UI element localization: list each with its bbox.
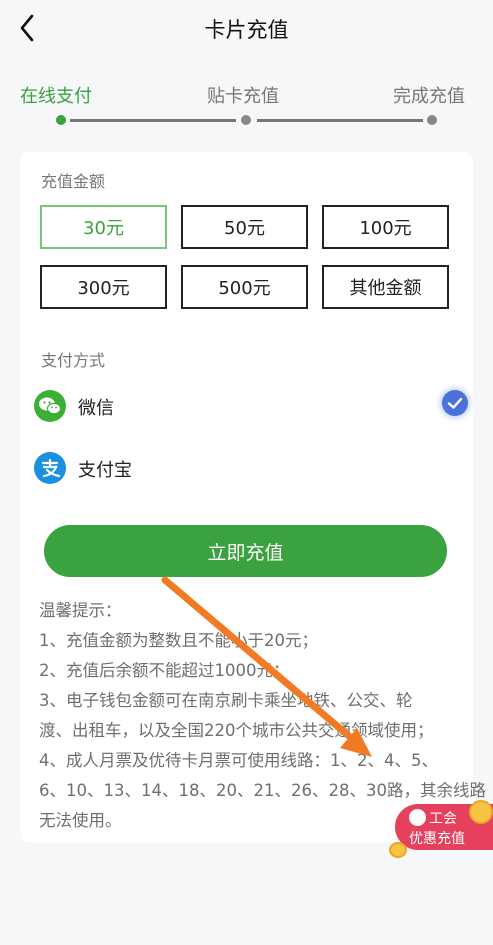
payment-alipay[interactable]: 支付宝 [34, 450, 454, 490]
step-dot-1 [56, 115, 66, 125]
tips-title: 温馨提示： [39, 601, 122, 620]
step-dot-3 [427, 115, 437, 125]
tips-line: 渡、出租车，以及全国220个城市公共交通领域使用； [39, 721, 434, 740]
alipay-icon [34, 452, 66, 484]
tips-line: 4、成人月票及优待卡月票可使用线路：1、2、4、5、 [39, 751, 438, 770]
tips-line: 3、电子钱包金额可在南京刷卡乘坐地铁、公交、轮 [39, 691, 413, 710]
header: 卡片充值 [0, 0, 493, 56]
recharge-card: 充值金额 30元 50元 100元 300元 500元 其他金额 支付方式 微信 [20, 152, 486, 842]
promo-line2: 优惠充值 [409, 831, 465, 847]
amount-option-500[interactable]: 500元 [181, 265, 308, 309]
wechat-pay-icon [34, 390, 66, 422]
union-discount-promo[interactable]: 工会 优惠充值 [389, 800, 493, 860]
step-indicator: 在线支付 贴卡充值 完成充值 [0, 82, 493, 132]
step-complete: 完成充值 [393, 86, 465, 107]
amount-option-300[interactable]: 300元 [40, 265, 167, 309]
amount-option-100[interactable]: 100元 [322, 205, 449, 249]
recharge-now-button[interactable]: 立即充值 [44, 525, 447, 577]
step-card-recharge: 贴卡充值 [207, 86, 279, 107]
amount-option-50[interactable]: 50元 [181, 205, 308, 249]
step-line-2 [257, 119, 423, 122]
check-icon[interactable] [442, 390, 468, 416]
step-dot-2 [241, 115, 251, 125]
page-title: 卡片充值 [204, 18, 289, 42]
step-online-pay: 在线支付 [20, 86, 92, 107]
payment-alipay-label: 支付宝 [78, 460, 132, 481]
coin-icon [389, 842, 407, 858]
payment-section-title: 支付方式 [41, 351, 106, 370]
coin-icon [469, 800, 493, 824]
tips-line: 1、充值金额为整数且不能小于20元； [39, 631, 318, 650]
step-line-1 [70, 119, 236, 122]
amount-option-other[interactable]: 其他金额 [322, 265, 449, 309]
promo-line1: 工会 [429, 811, 457, 827]
amount-section-title: 充值金额 [41, 172, 106, 191]
union-logo-icon [409, 809, 426, 826]
tips-line: 2、充值后余额不能超过1000元； [39, 661, 290, 680]
payment-wechat[interactable]: 微信 [34, 388, 468, 428]
payment-wechat-label: 微信 [78, 398, 114, 419]
amount-option-30[interactable]: 30元 [40, 205, 167, 249]
